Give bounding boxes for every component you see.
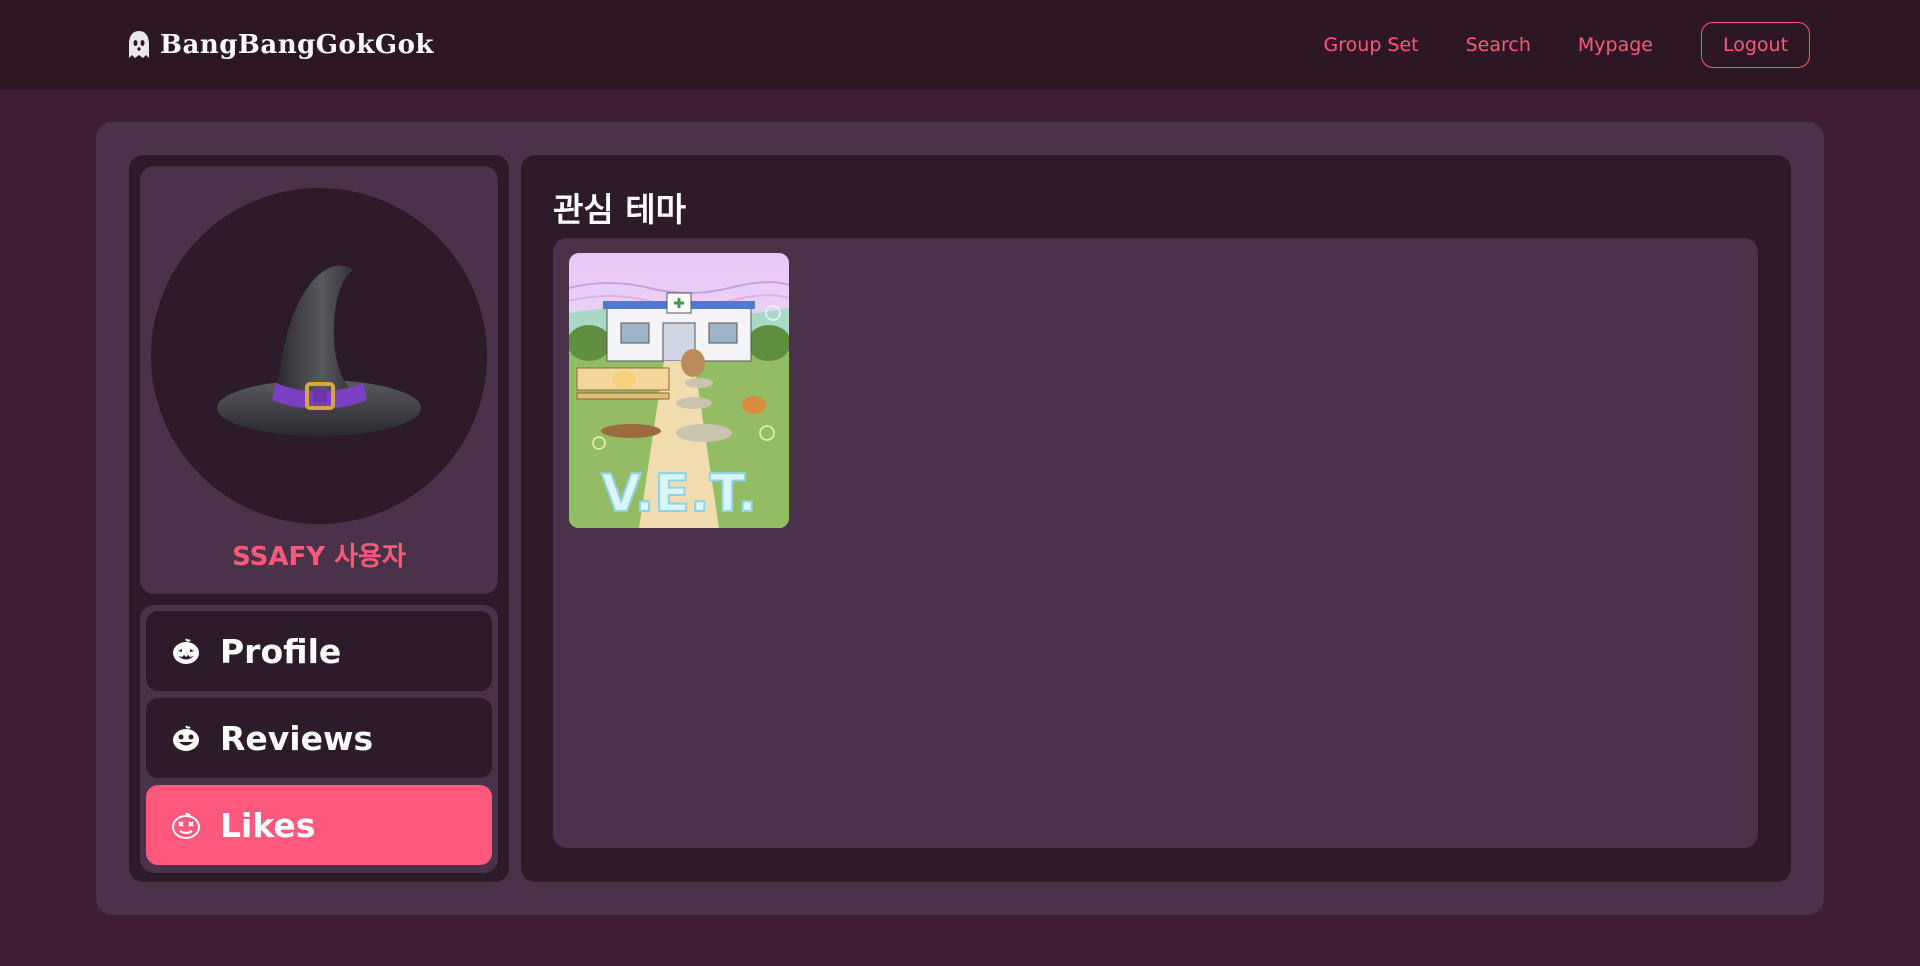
logout-button[interactable]: Logout — [1701, 22, 1810, 68]
theme-poster-image: V.E.T. — [569, 253, 789, 528]
sidebar-item-label: Reviews — [220, 718, 374, 758]
witch-hat-icon — [217, 265, 421, 436]
user-name: SSAFY 사용자 — [232, 542, 406, 572]
nav-group-set[interactable]: Group Set — [1324, 34, 1419, 56]
sidebar-item-profile[interactable]: Profile — [146, 611, 492, 691]
sidebar-item-label: Profile — [220, 631, 342, 671]
page-title: 관심 테마 — [553, 190, 686, 229]
sidebar-item-reviews[interactable]: Reviews — [146, 698, 492, 778]
top-nav: Group Set Search Mypage Logout — [1324, 22, 1810, 68]
nav-search[interactable]: Search — [1466, 34, 1531, 56]
avatar — [151, 188, 487, 524]
top-header: BangBangGokGok Group Set Search Mypage L… — [0, 0, 1920, 89]
pumpkin-icon — [172, 812, 200, 839]
ghost-icon — [129, 31, 149, 58]
brand-logo[interactable]: BangBangGokGok — [126, 26, 434, 64]
theme-card[interactable]: V.E.T. — [569, 253, 789, 528]
pumpkin-icon — [173, 638, 199, 664]
brand-name: BangBangGokGok — [160, 30, 434, 60]
sidebar-item-label: Likes — [220, 805, 316, 845]
pumpkin-icon — [173, 725, 199, 751]
theme-title-text: V.E.T. — [601, 464, 757, 524]
sidebar-item-likes[interactable]: Likes — [146, 785, 492, 865]
nav-mypage[interactable]: Mypage — [1578, 34, 1653, 56]
